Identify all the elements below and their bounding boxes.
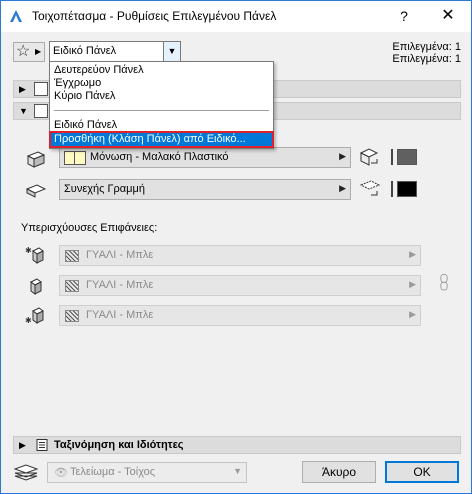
chevron-down-icon: ▼ [233,466,242,476]
surface-line-icon [25,184,47,198]
surface-bottom-icon: ✱ [25,307,44,325]
line-pen-picker[interactable] [391,179,419,199]
dialog-window: Τοιχοπέτασμα - Ρυθμίσεις Επιλεγμένου Πάν… [0,0,472,494]
line-override-icon[interactable] [359,179,381,199]
override-toggle-icon[interactable] [359,147,381,167]
override-surface-2-label: ΓΥΑΛΙ - Μπλε [86,279,154,291]
pen-bar [391,149,393,165]
chevron-right-icon: ▶ [409,249,416,259]
section-bar-classification[interactable]: ▶ Ταξινόμηση και Ιδιότητες [13,436,461,454]
override-surface-2: ΓΥΑΛΙ - Μπλε ▶ [59,275,421,296]
surface-side-icon [30,278,42,295]
dropdown-item-special[interactable]: Ειδικό Πάνελ [51,119,272,132]
override-surface-1-label: ΓΥΑΛΙ - Μπλε [86,249,154,261]
close-button[interactable]: ✕ [433,5,463,27]
selection-info: Επιλεγμένα: 1 Επιλεγμένα: 1 [392,41,461,65]
layer-value: Τελείωμα - Τοίχος [70,466,156,478]
layers-icon [13,464,39,481]
chevron-right-icon: ▶ [339,183,346,193]
document-icon [36,439,48,451]
panel-type-select[interactable]: Ειδικό Πάνελ ▼ [49,41,181,62]
pen-swatch [397,149,417,165]
building-material-icon [26,151,46,168]
selected-count-2: Επιλεγμένα: 1 [392,53,461,65]
layer-select: 👁 Τελείωμα - Τοίχος ▼ [47,462,247,483]
favorites-button[interactable]: ☆ ▶ [13,42,45,62]
collapse-arrow-icon: ▼ [19,106,28,116]
chevron-right-icon: ▶ [409,279,416,289]
surfaces-icon [34,104,48,118]
selected-count-1: Επιλεγμένα: 1 [392,41,461,53]
pen-swatch [397,181,417,197]
line-type-field[interactable]: Συνεχής Γραμμή ▶ [59,179,351,200]
svg-text:✱: ✱ [25,246,32,255]
panel-type-value: Ειδικό Πάνελ [53,45,117,57]
material-label: Μόνωση - Μαλακό Πλαστικό [90,151,229,163]
dropdown-item-main[interactable]: Κύριο Πάνελ [51,90,272,103]
override-surfaces-label: Υπερισχύουσες Επιφάνειες: [21,222,158,234]
override-surface-1: ΓΥΑΛΙ - Μπλε ▶ [59,245,421,266]
expand-arrow-icon: ▶ [19,84,26,94]
svg-text:✱: ✱ [25,316,32,325]
title-bar[interactable]: Τοιχοπέτασμα - Ρυθμίσεις Επιλεγμένου Πάν… [1,1,471,32]
chevron-right-icon: ▶ [409,309,416,319]
material-swatch-2 [74,151,86,165]
dropdown-item-secondary[interactable]: Δευτερεύον Πάνελ [51,64,272,77]
eye-icon: 👁 [54,467,68,479]
cancel-button[interactable]: Άκυρο [302,461,376,483]
dropdown-item-colored[interactable]: Έγχρωμο [51,77,272,90]
surface-top-icon: ✱ [25,246,44,264]
classification-label: Ταξινόμηση και Ιδιότητες [54,439,184,451]
pen-color-picker[interactable] [391,147,419,167]
chevron-down-icon[interactable]: ▼ [163,42,180,61]
hatch-swatch [65,250,79,262]
star-icon: ☆ [16,43,31,60]
line-type-label: Συνεχής Γραμμή [64,183,145,195]
pen-bar [391,181,393,197]
ok-button[interactable]: OK [385,461,459,483]
dropdown-separator [54,110,269,111]
material-field[interactable]: Μόνωση - Μαλακό Πλαστικό ▶ [59,147,351,168]
geometry-icon [34,82,48,96]
panel-type-dropdown: Δευτερεύον Πάνελ Έγχρωμο Κύριο Πάνελ Ειδ… [49,61,274,149]
help-button[interactable]: ? [389,5,419,27]
expand-arrow-icon: ▶ [19,440,26,450]
hatch-swatch [65,280,79,292]
chain-link-icon[interactable] [433,273,455,293]
override-surface-3: ΓΥΑΛΙ - Μπλε ▶ [59,305,421,326]
override-surface-3-label: ΓΥΑΛΙ - Μπλε [86,309,154,321]
chevron-right-icon: ▶ [35,47,42,56]
dropdown-item-add-class[interactable]: Προσθήκη (Κλάση Πάνελ) από Ειδικό... [49,131,274,148]
app-icon [10,10,22,22]
hatch-swatch [65,310,79,322]
window-title: Τοιχοπέτασμα - Ρυθμίσεις Επιλεγμένου Πάν… [32,9,277,23]
chevron-right-icon: ▶ [339,151,346,161]
